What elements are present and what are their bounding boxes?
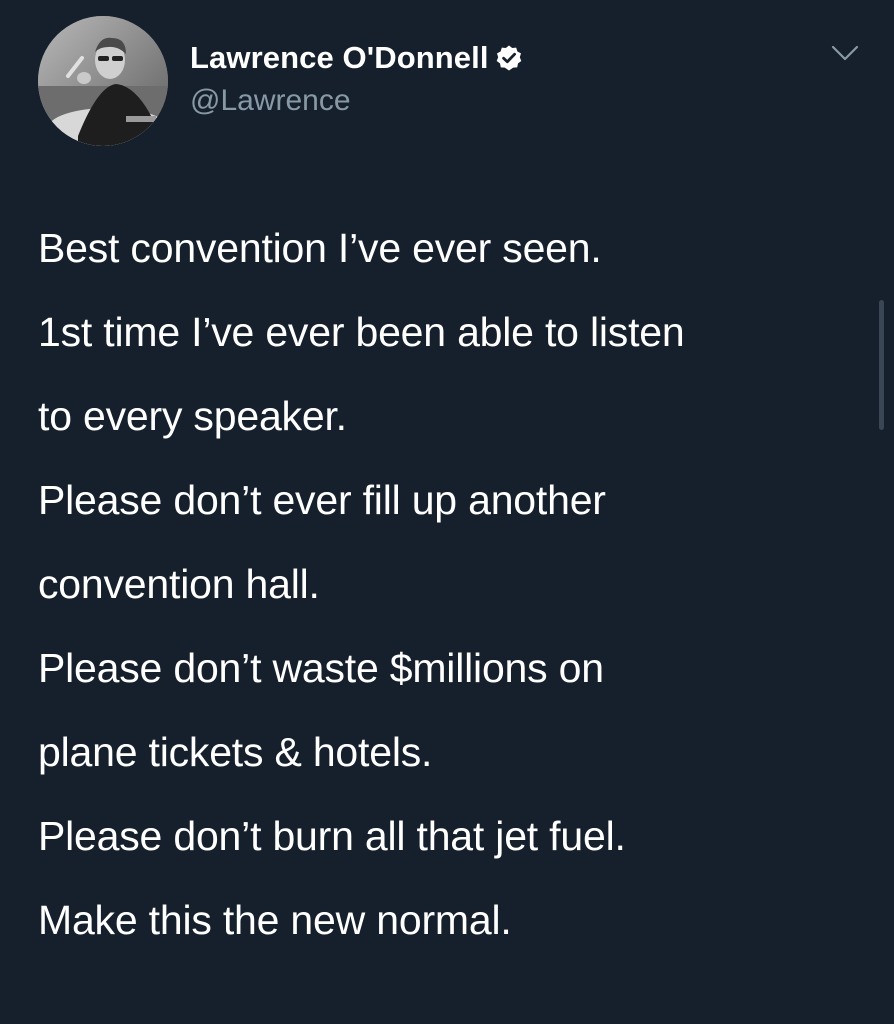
user-handle[interactable]: @Lawrence: [190, 84, 351, 118]
tweet-text-line: Please don’t burn all that jet fuel.: [38, 813, 626, 859]
tweet-text: Best convention I’ve ever seen. 1st time…: [38, 206, 868, 962]
tweet-text-line: Make this the new normal.: [38, 897, 512, 943]
tweet-text-line: convention hall.: [38, 561, 320, 607]
tweet-text-line: Best convention I’ve ever seen.: [38, 225, 602, 271]
avatar[interactable]: [38, 16, 168, 146]
chevron-down-icon[interactable]: [830, 42, 860, 64]
avatar-photo: [38, 16, 168, 146]
tweet-text-line: Please don’t waste $millions on: [38, 645, 604, 691]
tweet-card: Lawrence O'Donnell @Lawrence Best conven…: [0, 0, 894, 1024]
tweet-text-line: Please don’t ever fill up another: [38, 477, 606, 523]
display-name-row[interactable]: Lawrence O'Donnell: [190, 36, 523, 80]
tweet-text-line: to every speaker.: [38, 393, 347, 439]
tweet-text-line: 1st time I’ve ever been able to listen: [38, 309, 685, 355]
display-name[interactable]: Lawrence O'Donnell: [190, 40, 489, 76]
tweet-text-line: plane tickets & hotels.: [38, 729, 433, 775]
scrollbar[interactable]: [879, 300, 884, 430]
verified-badge-icon: [495, 44, 523, 72]
